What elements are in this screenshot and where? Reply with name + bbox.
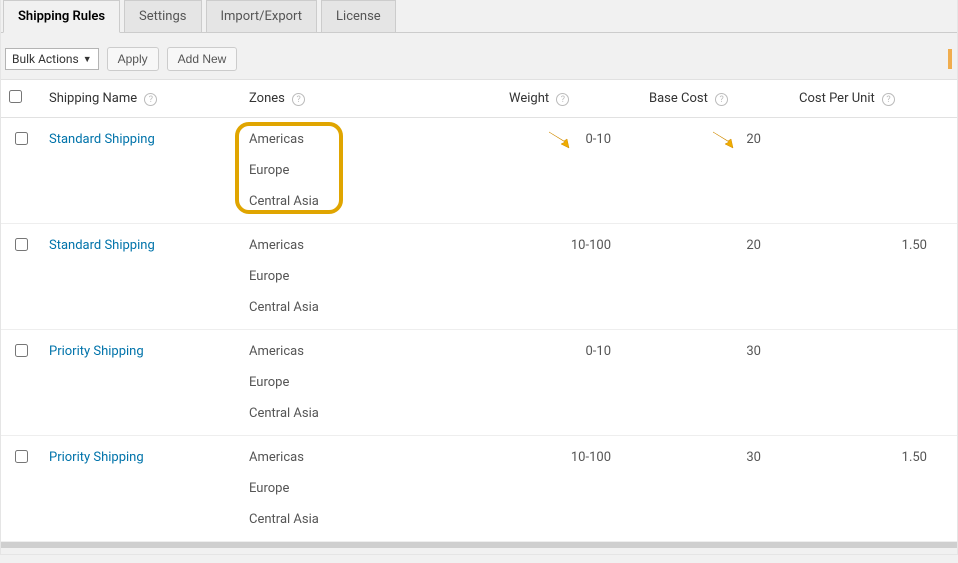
select-all-header — [1, 80, 41, 118]
row-checkbox[interactable] — [15, 344, 28, 357]
zone-value: Europe — [249, 481, 493, 496]
table-row: Standard Shipping Americas Europe Central A… — [1, 118, 957, 224]
help-icon[interactable]: ? — [715, 93, 728, 106]
shipping-name-link[interactable]: Priority Shipping — [49, 344, 144, 359]
apply-button[interactable]: Apply — [107, 47, 159, 71]
shipping-name-link[interactable]: Standard Shipping — [49, 132, 155, 147]
actions-bar: Bulk Actions ▼ Apply Add New — [1, 33, 957, 79]
zone-value: Central Asia — [249, 194, 493, 209]
table-row: Standard Shipping Americas Europe Central A… — [1, 224, 957, 330]
row-checkbox[interactable] — [15, 132, 28, 145]
zone-value: Americas — [249, 450, 493, 465]
help-icon[interactable]: ? — [292, 93, 305, 106]
chevron-down-icon: ▼ — [83, 54, 92, 65]
base-cost-value: 20 — [746, 132, 761, 147]
zone-value: Americas — [249, 344, 493, 359]
weight-value: 0-10 — [585, 132, 611, 147]
select-all-checkbox[interactable] — [9, 90, 22, 103]
zone-value: Central Asia — [249, 406, 493, 421]
tab-settings[interactable]: Settings — [124, 0, 201, 33]
table-header-row: Shipping Name ? Zones ? Weight ? Base Co… — [1, 80, 957, 118]
add-new-button[interactable]: Add New — [167, 47, 238, 71]
zone-value: Central Asia — [249, 512, 493, 527]
zone-value: Europe — [249, 163, 493, 178]
bulk-actions-label: Bulk Actions — [12, 52, 79, 66]
tab-import-export[interactable]: Import/Export — [206, 0, 318, 33]
base-cost-value: 30 — [746, 450, 761, 465]
weight-value: 0-10 — [585, 344, 611, 359]
base-cost-value: 30 — [746, 344, 761, 359]
table-row: Priority Shipping Americas Europe Central A… — [1, 436, 957, 542]
annotation-arrow-icon — [547, 128, 575, 150]
annotation-arrow-icon — [711, 128, 739, 150]
col-header-weight[interactable]: Weight ? — [501, 80, 641, 118]
row-checkbox[interactable] — [15, 238, 28, 251]
help-icon[interactable]: ? — [144, 93, 157, 106]
tab-shipping-rules[interactable]: Shipping Rules — [3, 0, 120, 33]
zone-value: Americas — [249, 132, 493, 147]
zone-value: Americas — [249, 238, 493, 253]
zone-value: Europe — [249, 375, 493, 390]
weight-value: 10-100 — [571, 450, 611, 465]
cost-per-unit-value: 1.50 — [902, 238, 927, 253]
col-header-zones[interactable]: Zones ? — [241, 80, 501, 118]
cost-per-unit-value: 1.50 — [902, 450, 927, 465]
row-checkbox[interactable] — [15, 450, 28, 463]
horizontal-scrollbar[interactable] — [1, 542, 957, 548]
shipping-name-link[interactable]: Standard Shipping — [49, 238, 155, 253]
table-row: Priority Shipping Americas Europe Central A… — [1, 330, 957, 436]
indicator-bar — [948, 49, 952, 69]
help-icon[interactable]: ? — [882, 93, 895, 106]
base-cost-value: 20 — [746, 238, 761, 253]
shipping-rules-table: Shipping Name ? Zones ? Weight ? Base Co… — [1, 79, 957, 542]
bulk-actions-select[interactable]: Bulk Actions ▼ — [5, 48, 99, 70]
page-tabs: Shipping RulesSettingsImport/ExportLicen… — [1, 0, 957, 33]
weight-value: 10-100 — [571, 238, 611, 253]
zone-value: Europe — [249, 269, 493, 284]
shipping-name-link[interactable]: Priority Shipping — [49, 450, 144, 465]
tab-license[interactable]: License — [321, 0, 396, 33]
help-icon[interactable]: ? — [556, 93, 569, 106]
zone-value: Central Asia — [249, 300, 493, 315]
col-header-name[interactable]: Shipping Name ? — [41, 80, 241, 118]
col-header-unit[interactable]: Cost Per Unit ? — [791, 80, 957, 118]
col-header-base[interactable]: Base Cost ? — [641, 80, 791, 118]
